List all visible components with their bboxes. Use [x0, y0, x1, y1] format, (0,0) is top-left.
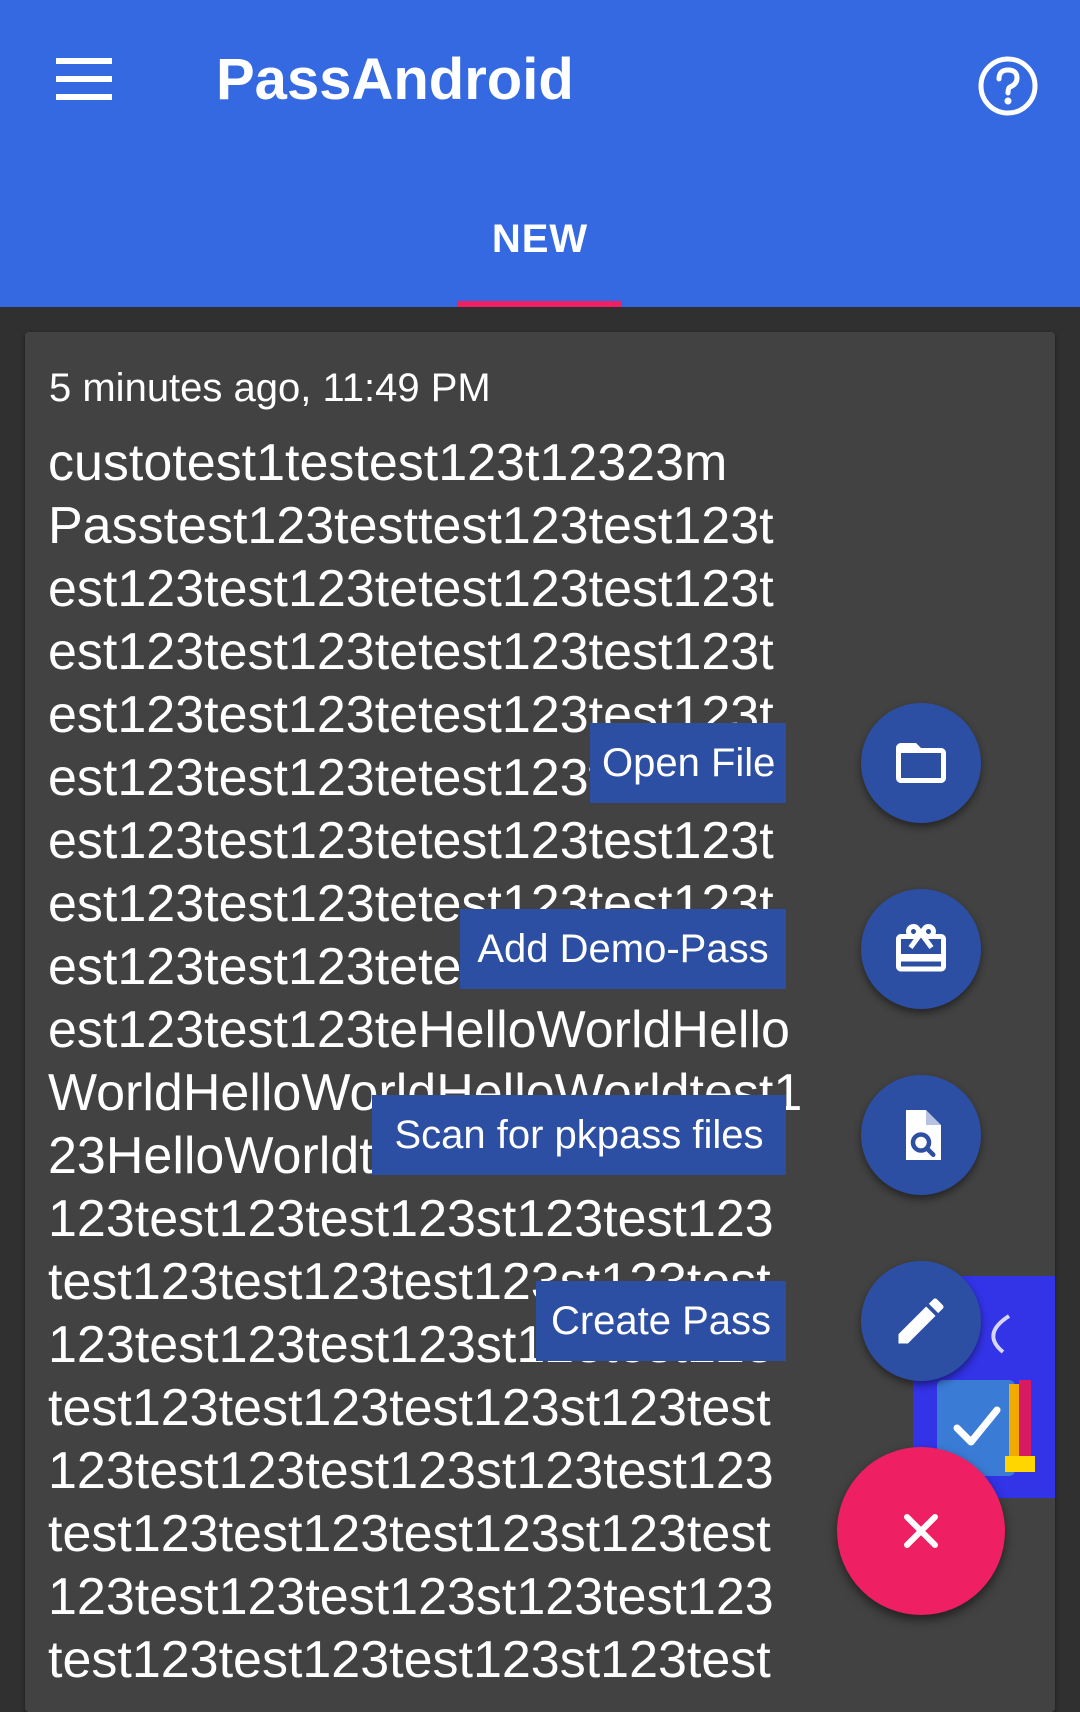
help-button[interactable]: [968, 46, 1048, 126]
close-fab-button[interactable]: [837, 1447, 1005, 1615]
app-bar: PassAndroid NEW: [0, 0, 1080, 307]
tab-indicator: [458, 301, 622, 307]
open-file-button[interactable]: [861, 703, 981, 823]
description-line: 123test123test123st123test123: [48, 1442, 774, 1500]
pencil-icon: [898, 1298, 944, 1344]
description-line: Passtest123testtest123test123t: [48, 497, 774, 555]
description-line: test123test123test123st123test: [48, 1379, 771, 1437]
file-search-icon: [906, 1110, 941, 1160]
create-pass-button[interactable]: [861, 1261, 981, 1381]
tab-new[interactable]: NEW: [458, 205, 622, 307]
menu-button[interactable]: [34, 36, 134, 120]
scan-pkpass-label[interactable]: Scan for pkpass files: [372, 1095, 786, 1175]
add-demo-pass-label[interactable]: Add Demo-Pass: [460, 909, 786, 989]
close-icon: [904, 1514, 938, 1548]
description-line: est123test123teHelloWorldHello: [48, 1001, 790, 1059]
add-demo-pass-button[interactable]: [861, 889, 981, 1009]
pass-time: 5 minutes ago, 11:49 PM: [49, 366, 491, 410]
pass-description: custotest1testest123t12323m Passtest123te…: [48, 432, 868, 1692]
tab-label: NEW: [491, 217, 589, 261]
menu-icon: [56, 58, 112, 64]
description-line: custotest1testest123t12323m: [48, 434, 728, 492]
help-circle-icon: [978, 56, 1038, 116]
description-line: est123test123tetest123test123t: [48, 560, 774, 618]
description-line: test123test123test123st123test: [48, 1631, 771, 1689]
ticket-icon: [896, 924, 946, 972]
description-line: est123test123tetest123test123t: [48, 623, 774, 681]
app-title: PassAndroid: [216, 47, 574, 112]
description-line: 123test123test123st123test123: [48, 1190, 774, 1248]
open-file-label[interactable]: Open File: [590, 723, 786, 803]
folder-icon: [896, 743, 946, 783]
scan-pkpass-button[interactable]: [861, 1075, 981, 1195]
description-line: test123test123test123st123test: [48, 1505, 771, 1563]
create-pass-label[interactable]: Create Pass: [536, 1281, 786, 1361]
description-line: 123test123test123st123test123: [48, 1568, 774, 1626]
description-line: est123test123tetest123test123t: [48, 812, 774, 870]
